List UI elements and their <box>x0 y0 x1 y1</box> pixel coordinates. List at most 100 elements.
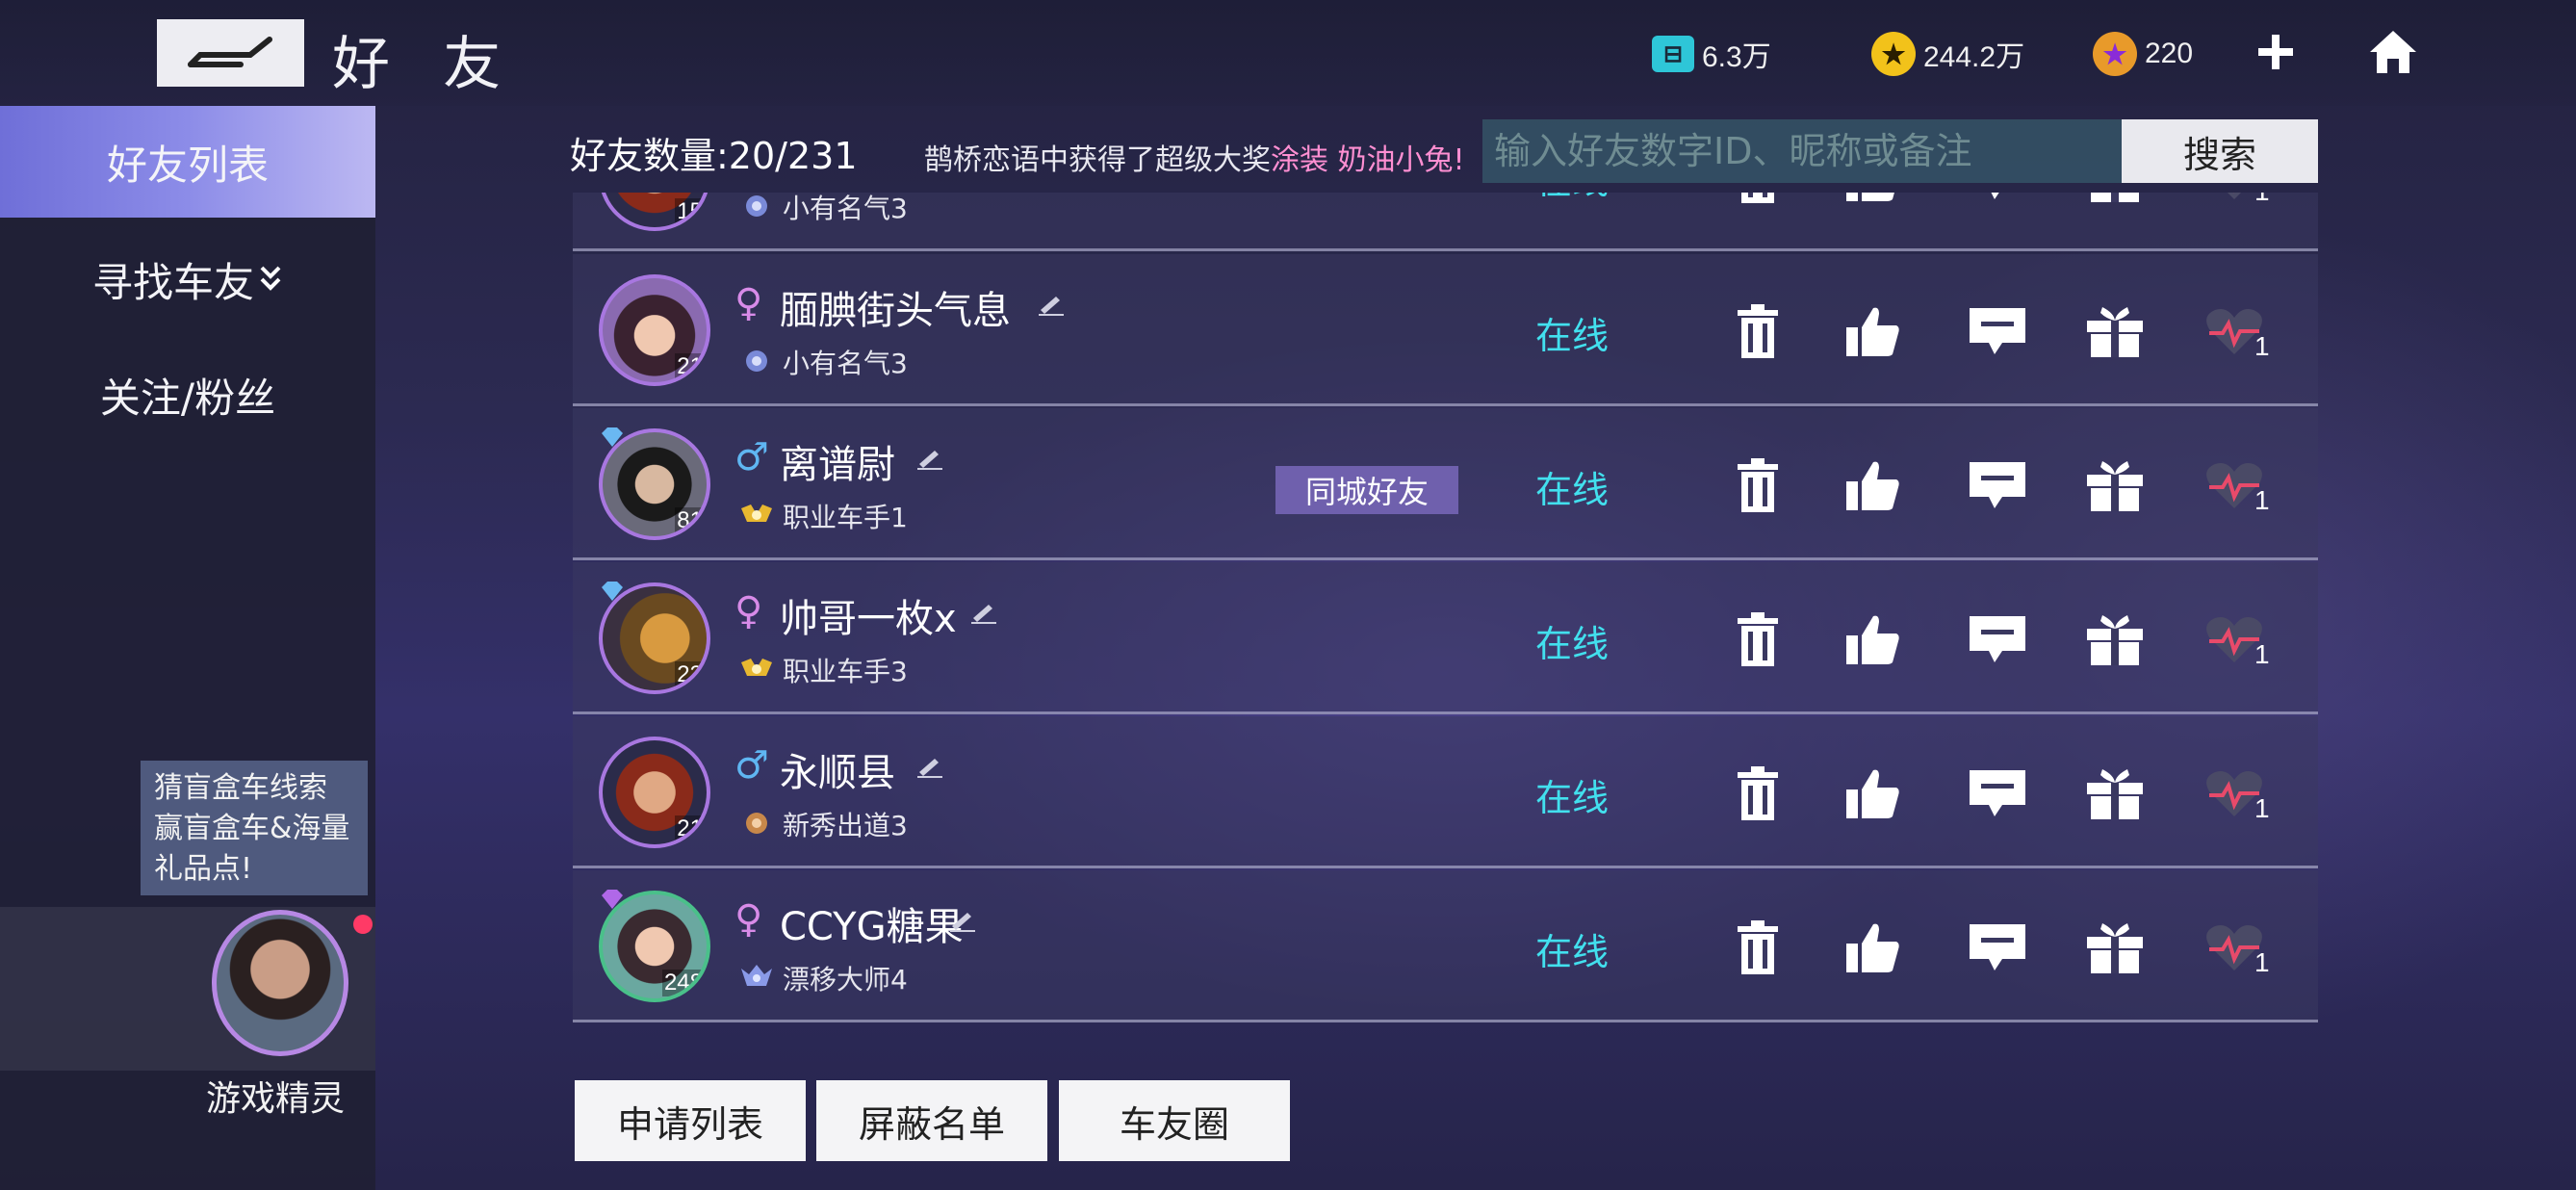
edit-remark-button[interactable] <box>1037 293 1066 316</box>
gift-button[interactable] <box>2080 913 2150 982</box>
thumbs-up-icon <box>1846 923 1899 972</box>
female-icon: ♀ <box>734 281 763 325</box>
broadcast-text: 鹊桥恋语中获得了超级大奖 <box>924 143 1271 177</box>
thumbs-up-icon <box>1846 461 1899 510</box>
sidebar-item-find-friends[interactable]: 寻找车友 <box>0 223 375 335</box>
gift-button[interactable] <box>2080 193 2150 211</box>
vip-diamond-icon <box>602 890 623 909</box>
gift-icon <box>2087 923 2143 973</box>
intimacy-count: 1 <box>2254 485 2270 515</box>
intimacy-count: 1 <box>2254 947 2270 977</box>
star-amount: 220 <box>2145 38 2194 69</box>
message-button[interactable] <box>1963 297 2032 366</box>
message-button[interactable] <box>1963 605 2032 674</box>
home-icon <box>2370 31 2416 73</box>
plus-icon <box>2258 35 2293 69</box>
friend-list[interactable]: 15 小有名气3 在线 1 21 ♀ 腼腆街头气息 小有名气3 在线 1 81 <box>573 193 2318 1052</box>
star-currency[interactable]: ★ 220 <box>2093 27 2193 81</box>
sidebar-item-friend-list[interactable]: 好友列表 <box>0 106 375 218</box>
friend-name: 离谱尉 <box>780 443 895 487</box>
friend-avatar[interactable]: 21 <box>599 274 710 386</box>
message-button[interactable] <box>1963 913 2032 982</box>
game-sprite-avatar[interactable] <box>212 910 348 1056</box>
friend-row[interactable]: 21 ♀ 腼腆街头气息 小有名气3 在线 1 <box>573 254 2318 406</box>
broadcast-message: 鹊桥恋语中获得了超级大奖涂装 奶油小兔! <box>924 136 1465 178</box>
message-button[interactable] <box>1963 193 2032 211</box>
delete-friend-button[interactable] <box>1723 759 1792 828</box>
friend-row[interactable]: 21 ♂ 永顺县 新秀出道3 在线 1 <box>573 716 2318 868</box>
like-button[interactable] <box>1839 451 1908 520</box>
gift-button[interactable] <box>2080 297 2150 366</box>
chat-icon <box>1970 924 2025 970</box>
male-icon: ♂ <box>734 435 769 479</box>
thumbs-up-icon <box>1846 193 1894 201</box>
pencil-icon <box>1039 297 1064 316</box>
apply-list-button[interactable]: 申请列表 <box>575 1080 806 1161</box>
gift-button[interactable] <box>2080 605 2150 674</box>
friend-name: 永顺县 <box>780 751 895 795</box>
friend-rank: 新秀出道3 <box>783 810 908 841</box>
delete-friend-button[interactable] <box>1723 913 1792 982</box>
search-button[interactable]: 搜索 <box>2122 119 2318 183</box>
message-button[interactable] <box>1963 759 2032 828</box>
female-icon: ♀ <box>734 589 763 634</box>
friend-status: 在线 <box>1535 193 1609 204</box>
gold-coin-icon: ★ <box>1871 32 1916 76</box>
edit-remark-button[interactable] <box>915 447 944 470</box>
edit-remark-button[interactable] <box>948 909 977 932</box>
pencil-icon <box>971 605 996 624</box>
friend-count: 好友数量:20/231 <box>570 135 858 177</box>
friend-level: 23 <box>675 661 705 688</box>
friend-name: CCYG糖果 <box>780 905 964 949</box>
pencil-icon <box>917 451 942 470</box>
sidebar-item-label: 好友列表 <box>106 141 269 189</box>
blindbox-tip[interactable]: 猜盲盒车线索赢盲盒车&海量礼品点! <box>141 761 368 895</box>
rank-badge-icon <box>739 193 774 220</box>
trash-icon <box>1741 193 1774 203</box>
ticket-currency[interactable]: ⊟ 6.3万 <box>1652 27 1771 81</box>
rank-badge-icon <box>739 347 774 375</box>
vip-diamond-icon <box>602 427 623 447</box>
rank-badge-icon <box>739 655 774 684</box>
like-button[interactable] <box>1839 759 1908 828</box>
friend-row[interactable]: 81 ♂ 离谱尉 职业车手1 同城好友 在线 1 <box>573 408 2318 560</box>
add-currency-button[interactable] <box>2247 23 2305 81</box>
intimacy-count: 1 <box>2254 193 2270 207</box>
intimacy-count: 1 <box>2254 331 2270 361</box>
block-list-button[interactable]: 屏蔽名单 <box>816 1080 1047 1161</box>
like-button[interactable] <box>1839 297 1908 366</box>
ticket-amount: 6.3万 <box>1702 41 1771 73</box>
friend-rank: 漂移大师4 <box>783 964 908 996</box>
rank-badge-icon <box>739 963 774 992</box>
delete-friend-button[interactable] <box>1723 193 1792 211</box>
friend-status: 在线 <box>1535 623 1610 665</box>
home-button[interactable] <box>2364 23 2422 81</box>
friend-row[interactable]: 248 ♀ CCYG糖果 漂移大师4 在线 1 <box>573 870 2318 1022</box>
delete-friend-button[interactable] <box>1723 297 1792 366</box>
trash-icon <box>1738 766 1778 820</box>
edit-remark-button[interactable] <box>969 601 998 624</box>
gift-icon <box>2087 769 2143 819</box>
friend-row[interactable]: 23 ♀ 帅哥一枚x 职业车手3 在线 1 <box>573 562 2318 714</box>
friend-level: 248 <box>661 970 705 996</box>
gift-button[interactable] <box>2080 451 2150 520</box>
friend-row[interactable]: 15 小有名气3 在线 1 <box>573 193 2318 251</box>
delete-friend-button[interactable] <box>1723 451 1792 520</box>
friend-level: 21 <box>675 815 705 842</box>
friend-rank: 小有名气3 <box>783 348 908 379</box>
friend-avatar[interactable]: 21 <box>599 737 710 848</box>
trash-icon <box>1738 920 1778 974</box>
message-button[interactable] <box>1963 451 2032 520</box>
gift-button[interactable] <box>2080 759 2150 828</box>
search-input[interactable] <box>1482 119 2122 183</box>
like-button[interactable] <box>1839 913 1908 982</box>
edit-remark-button[interactable] <box>915 755 944 778</box>
back-button[interactable] <box>157 19 304 87</box>
sidebar-item-follow-fans[interactable]: 关注/粉丝 <box>0 339 375 451</box>
like-button[interactable] <box>1839 605 1908 674</box>
like-button[interactable] <box>1839 193 1908 211</box>
friend-avatar[interactable]: 15 <box>599 193 710 231</box>
car-circle-button[interactable]: 车友圈 <box>1059 1080 1290 1161</box>
delete-friend-button[interactable] <box>1723 605 1792 674</box>
gold-currency[interactable]: ★ 244.2万 <box>1871 27 2024 81</box>
